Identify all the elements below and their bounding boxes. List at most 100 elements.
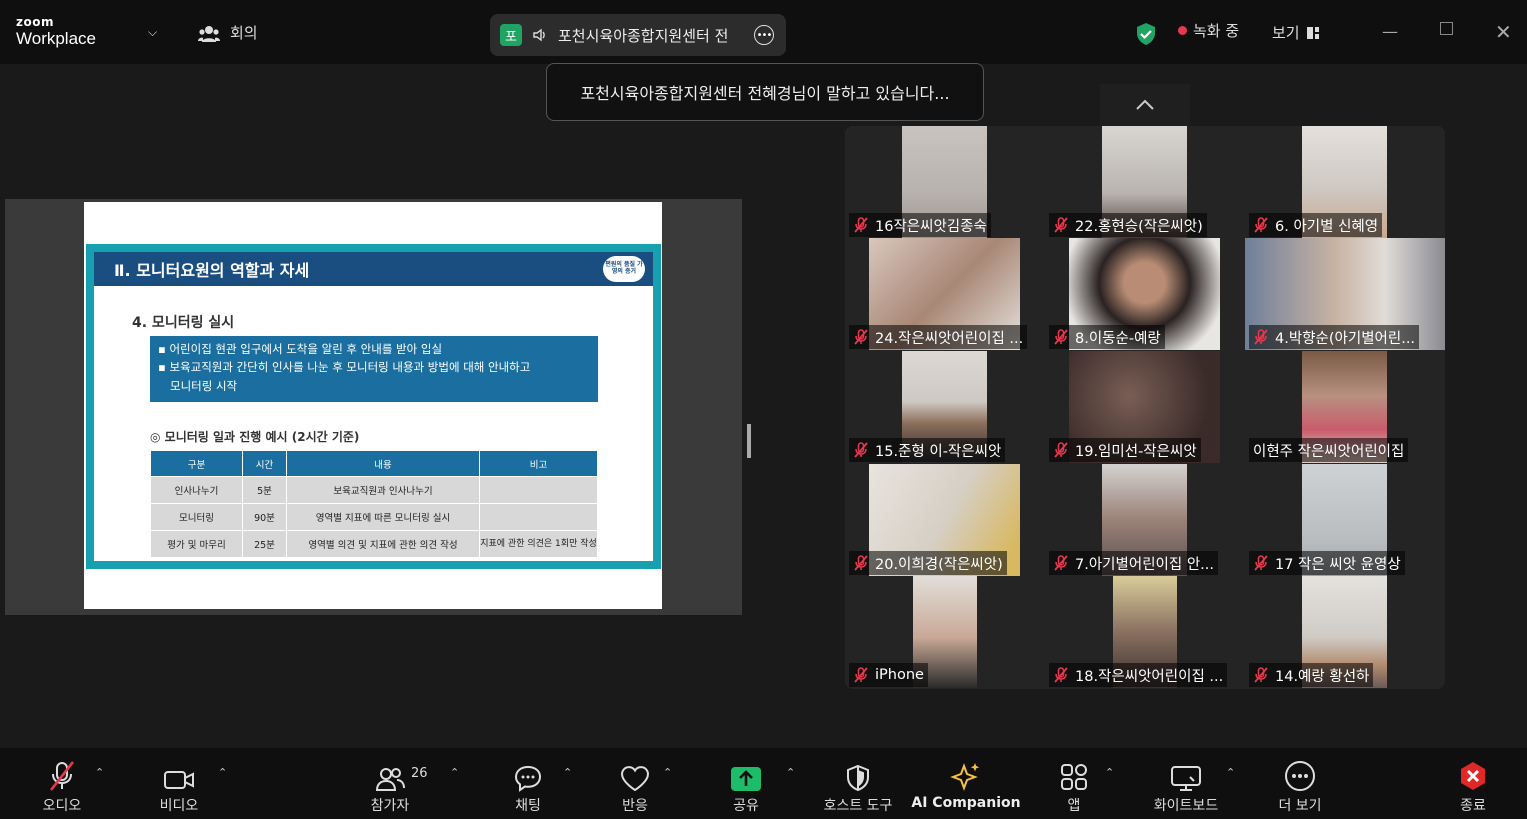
minimize-icon[interactable]: — bbox=[1382, 22, 1398, 41]
participant-name: 7.아기별어린이집 안... bbox=[1075, 556, 1214, 573]
table-cell: 영역별 의견 및 지표에 관한 의견 작성 bbox=[286, 530, 480, 558]
ai-companion-button[interactable]: AI Companion bbox=[911, 748, 1021, 819]
slide-bullets: ▪ 어린이집 현관 입구에서 도착을 알린 후 안내를 받아 입실 ▪ 보육교직… bbox=[150, 336, 598, 402]
mic-muted-icon bbox=[1254, 667, 1268, 683]
participant-tile[interactable]: 15.준형 이-작은씨앗 bbox=[845, 351, 1045, 463]
participants-label: 참가자 bbox=[370, 798, 410, 814]
view-button[interactable]: 보기 bbox=[1272, 22, 1320, 43]
table-header: 내용 bbox=[286, 450, 480, 477]
participant-name: 18.작은씨앗어린이집 ... bbox=[1075, 668, 1224, 685]
slide-logo: 편원의 품질 가영의 증거 bbox=[603, 256, 645, 282]
participant-tile[interactable]: 19.임미선-작은씨앗 bbox=[1045, 351, 1245, 463]
chat-options-caret-icon[interactable]: ⌃ bbox=[563, 766, 572, 779]
table-cell: 평가 및 마무리 bbox=[150, 530, 243, 558]
participant-name-tag: 6. 아기별 신혜영 bbox=[1249, 213, 1383, 237]
participant-tile[interactable]: 18.작은씨앗어린이집 ... bbox=[1045, 576, 1245, 688]
mic-muted-icon bbox=[1054, 442, 1068, 458]
share-button[interactable]: 공유 bbox=[720, 748, 772, 819]
share-options-caret-icon[interactable]: ⌃ bbox=[786, 766, 795, 779]
participant-tile[interactable]: 20.이희경(작은씨앗) bbox=[845, 464, 1045, 576]
table-cell: 모니터링 bbox=[150, 503, 243, 531]
participant-name: 이현주 작은씨앗어린이집 bbox=[1253, 443, 1405, 460]
participant-tile[interactable]: 8.이동순-예랑 bbox=[1045, 238, 1245, 350]
video-camera-icon bbox=[164, 771, 194, 789]
participant-tile[interactable]: 6. 아기별 신혜영 bbox=[1245, 126, 1445, 238]
apps-icon bbox=[1061, 764, 1087, 790]
video-button[interactable]: 비디오 bbox=[150, 748, 208, 819]
slide-frame: Ⅱ. 모니터요원의 역할과 자세 편원의 품질 가영의 증거 4. 모니터링 실… bbox=[86, 244, 661, 569]
sparkle-icon bbox=[950, 763, 980, 791]
participant-tile[interactable]: 4.박향순(아기별어린... bbox=[1245, 238, 1445, 350]
participant-name: 19.임미선-작은씨앗 bbox=[1075, 443, 1197, 460]
slide-bullet: 모니터링 시작 bbox=[170, 378, 238, 393]
mic-muted-icon bbox=[854, 667, 868, 683]
audio-options-caret-icon[interactable]: ⌃ bbox=[95, 766, 104, 779]
mic-muted-icon bbox=[1054, 217, 1068, 233]
more-options-icon[interactable]: ••• bbox=[754, 25, 774, 45]
speaking-notification-text: 포천시육아종합지원센터 전혜경님이 말하고 있습니다... bbox=[580, 84, 950, 103]
apps-options-caret-icon[interactable]: ⌃ bbox=[1105, 766, 1114, 779]
mic-muted-icon bbox=[1054, 329, 1068, 345]
active-speaker-pill[interactable]: 포 포천시육아종합지원센터 전 ••• bbox=[490, 14, 786, 56]
apps-button[interactable]: 앱 bbox=[1052, 748, 1096, 819]
whiteboard-options-caret-icon[interactable]: ⌃ bbox=[1226, 766, 1235, 779]
close-icon[interactable]: ✕ bbox=[1495, 20, 1512, 44]
participants-options-caret-icon[interactable]: ⌃ bbox=[450, 766, 459, 779]
mic-muted-icon bbox=[854, 329, 868, 345]
end-x-icon bbox=[1461, 762, 1485, 790]
meeting-toolbar: 오디오 ⌃ 비디오 ⌃ 참가자 26 ⌃ 채팅 ⌃ 반응 ⌃ 공유 ⌃ 호스트 … bbox=[0, 748, 1527, 819]
encryption-shield-icon[interactable] bbox=[1135, 22, 1157, 46]
heart-icon bbox=[620, 766, 650, 792]
maximize-icon[interactable] bbox=[1440, 22, 1453, 35]
slide-note: ◎ 모니터링 일과 진행 예시 (2시간 기준) bbox=[150, 430, 360, 444]
slide-bullet: ▪ 어린이집 현관 입구에서 도착을 알린 후 안내를 받아 입실 bbox=[158, 342, 443, 356]
table-cell bbox=[479, 503, 598, 531]
brand-small: zoom bbox=[16, 15, 54, 29]
table-row: 모니터링 90분 영역별 지표에 따른 모니터링 실시 bbox=[150, 503, 598, 531]
table-cell: 보육교직원과 인사나누기 bbox=[286, 476, 480, 504]
participants-button[interactable]: 참가자 bbox=[362, 748, 418, 819]
slide-title: Ⅱ. 모니터요원의 역할과 자세 편원의 품질 가영의 증거 bbox=[94, 252, 653, 286]
mic-muted-icon bbox=[1254, 217, 1268, 233]
participant-tile[interactable]: 7.아기별어린이집 안... bbox=[1045, 464, 1245, 576]
video-options-caret-icon[interactable]: ⌃ bbox=[218, 766, 227, 779]
participant-tile[interactable]: 14.예랑 황선하 bbox=[1245, 576, 1445, 688]
table-row: 평가 및 마무리 25분 영역별 의견 및 지표에 관한 의견 작성 지표에 관… bbox=[150, 530, 598, 558]
whiteboard-label: 화이트보드 bbox=[1153, 798, 1219, 814]
reactions-button[interactable]: 반응 bbox=[610, 748, 660, 819]
meeting-info-button[interactable]: 회의 bbox=[198, 22, 258, 43]
more-button[interactable]: 더 보기 bbox=[1272, 748, 1328, 819]
audio-button[interactable]: 오디오 bbox=[30, 748, 94, 819]
recording-dot-icon bbox=[1178, 26, 1187, 35]
participant-name-tag: 18.작은씨앗어린이집 ... bbox=[1049, 663, 1228, 687]
participant-name: 4.박향순(아기별어린... bbox=[1275, 330, 1416, 347]
recording-indicator[interactable]: 녹화 중 bbox=[1178, 20, 1239, 41]
shared-screen[interactable]: Ⅱ. 모니터요원의 역할과 자세 편원의 품질 가영의 증거 4. 모니터링 실… bbox=[5, 199, 742, 615]
gallery-collapse-button[interactable] bbox=[1100, 84, 1190, 126]
chevron-down-icon[interactable]: ⌵ bbox=[148, 25, 157, 40]
participant-name-tag: 8.이동순-예랑 bbox=[1049, 325, 1165, 349]
host-tools-button[interactable]: 호스트 도구 bbox=[816, 748, 900, 819]
table-header: 구분 bbox=[150, 450, 243, 477]
brand-large: Workplace bbox=[16, 29, 96, 48]
table-row: 인사나누기 5분 보육교직원과 인사나누기 bbox=[150, 476, 598, 504]
split-view-resize-handle[interactable] bbox=[747, 424, 751, 458]
participant-tile[interactable]: iPhone bbox=[845, 576, 1045, 688]
participant-tile[interactable]: 17 작은 씨앗 윤영상 bbox=[1245, 464, 1445, 576]
participant-tile[interactable]: 24.작은씨앗어린이집 ... bbox=[845, 238, 1045, 350]
participant-name: 15.준형 이-작은씨앗 bbox=[875, 443, 1002, 460]
host-tools-label: 호스트 도구 bbox=[823, 798, 893, 814]
mic-muted-icon bbox=[854, 217, 868, 233]
participant-tile[interactable]: 이현주 작은씨앗어린이집 bbox=[1245, 351, 1445, 463]
participant-name-tag: 22.홍현승(작은씨앗) bbox=[1049, 213, 1207, 237]
table-cell bbox=[479, 476, 598, 504]
reactions-options-caret-icon[interactable]: ⌃ bbox=[663, 766, 672, 779]
end-meeting-button[interactable]: 종료 bbox=[1448, 748, 1498, 819]
table-cell: 25분 bbox=[242, 530, 287, 558]
participant-name: iPhone bbox=[875, 667, 924, 683]
participant-tile[interactable]: 22.홍현승(작은씨앗) bbox=[1045, 126, 1245, 238]
whiteboard-button[interactable]: 화이트보드 bbox=[1148, 748, 1224, 819]
participant-name: 20.이희경(작은씨앗) bbox=[875, 556, 1003, 573]
chat-button[interactable]: 채팅 bbox=[502, 748, 554, 819]
participant-tile[interactable]: 16작은씨앗김종숙 bbox=[845, 126, 1045, 238]
